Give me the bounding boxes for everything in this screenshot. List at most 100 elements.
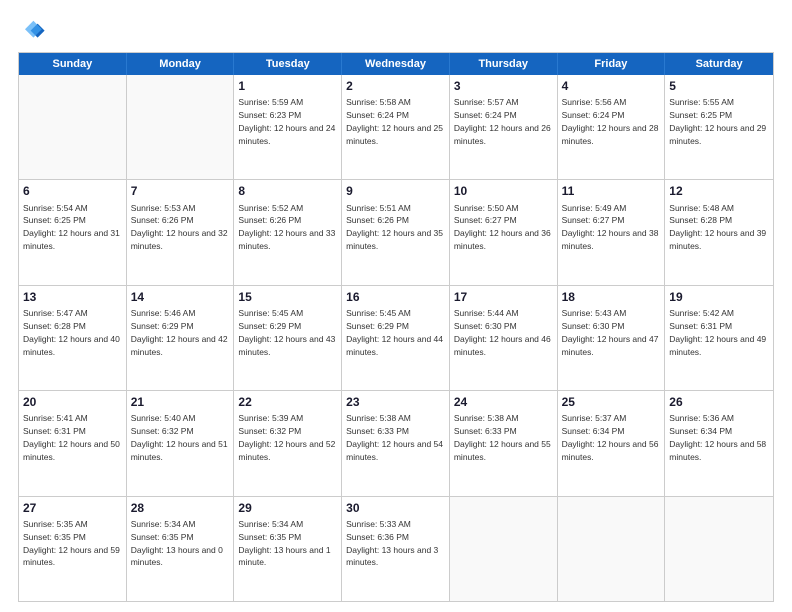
cell-text: Sunrise: 5:59 AM Sunset: 6:23 PM Dayligh… xyxy=(238,97,335,146)
logo-icon xyxy=(18,18,46,46)
day-number: 4 xyxy=(562,78,661,94)
calendar-cell: 27 Sunrise: 5:35 AM Sunset: 6:35 PM Dayli… xyxy=(19,497,127,601)
day-number: 6 xyxy=(23,183,122,199)
cell-text: Sunrise: 5:54 AM Sunset: 6:25 PM Dayligh… xyxy=(23,203,120,252)
calendar-cell: 13 Sunrise: 5:47 AM Sunset: 6:28 PM Dayli… xyxy=(19,286,127,390)
day-number: 26 xyxy=(669,394,769,410)
cell-text: Sunrise: 5:42 AM Sunset: 6:31 PM Dayligh… xyxy=(669,308,766,357)
calendar-cell: 16 Sunrise: 5:45 AM Sunset: 6:29 PM Dayli… xyxy=(342,286,450,390)
calendar-cell: 24 Sunrise: 5:38 AM Sunset: 6:33 PM Dayli… xyxy=(450,391,558,495)
calendar-header-cell: Sunday xyxy=(19,53,127,75)
day-number: 30 xyxy=(346,500,445,516)
calendar-cell: 14Sunrise: 5:46 AM Sunset: 6:29 PM Dayli… xyxy=(127,286,235,390)
cell-text: Sunrise: 5:35 AM Sunset: 6:35 PM Dayligh… xyxy=(23,519,120,568)
calendar-row: 20Sunrise: 5:41 AM Sunset: 6:31 PM Dayli… xyxy=(19,390,773,495)
calendar-cell: 12Sunrise: 5:48 AM Sunset: 6:28 PM Dayli… xyxy=(665,180,773,284)
calendar-cell: 10 Sunrise: 5:50 AM Sunset: 6:27 PM Dayli… xyxy=(450,180,558,284)
day-number: 28 xyxy=(131,500,230,516)
day-number: 1 xyxy=(238,78,337,94)
calendar-cell: 28 Sunrise: 5:34 AM Sunset: 6:35 PM Dayli… xyxy=(127,497,235,601)
cell-text: Sunrise: 5:55 AM Sunset: 6:25 PM Dayligh… xyxy=(669,97,766,146)
calendar-cell xyxy=(558,497,666,601)
cell-text: Sunrise: 5:49 AM Sunset: 6:27 PM Dayligh… xyxy=(562,203,659,252)
calendar-header-cell: Friday xyxy=(558,53,666,75)
day-number: 5 xyxy=(669,78,769,94)
calendar-cell: 11 Sunrise: 5:49 AM Sunset: 6:27 PM Dayli… xyxy=(558,180,666,284)
cell-text: Sunrise: 5:33 AM Sunset: 6:36 PM Dayligh… xyxy=(346,519,438,568)
cell-text: Sunrise: 5:57 AM Sunset: 6:24 PM Dayligh… xyxy=(454,97,551,146)
calendar-cell: 17 Sunrise: 5:44 AM Sunset: 6:30 PM Dayli… xyxy=(450,286,558,390)
cell-text: Sunrise: 5:58 AM Sunset: 6:24 PM Dayligh… xyxy=(346,97,443,146)
cell-text: Sunrise: 5:51 AM Sunset: 6:26 PM Dayligh… xyxy=(346,203,443,252)
calendar-cell: 6 Sunrise: 5:54 AM Sunset: 6:25 PM Daylig… xyxy=(19,180,127,284)
cell-text: Sunrise: 5:44 AM Sunset: 6:30 PM Dayligh… xyxy=(454,308,551,357)
calendar-cell: 21 Sunrise: 5:40 AM Sunset: 6:32 PM Dayli… xyxy=(127,391,235,495)
calendar-cell: 25Sunrise: 5:37 AM Sunset: 6:34 PM Dayli… xyxy=(558,391,666,495)
calendar-row: 27 Sunrise: 5:35 AM Sunset: 6:35 PM Dayli… xyxy=(19,496,773,601)
calendar-header-cell: Saturday xyxy=(665,53,773,75)
calendar-cell: 4Sunrise: 5:56 AM Sunset: 6:24 PM Daylig… xyxy=(558,75,666,179)
day-number: 10 xyxy=(454,183,553,199)
cell-text: Sunrise: 5:48 AM Sunset: 6:28 PM Dayligh… xyxy=(669,203,766,252)
cell-text: Sunrise: 5:45 AM Sunset: 6:29 PM Dayligh… xyxy=(238,308,335,357)
calendar-cell: 9 Sunrise: 5:51 AM Sunset: 6:26 PM Daylig… xyxy=(342,180,450,284)
day-number: 29 xyxy=(238,500,337,516)
cell-text: Sunrise: 5:38 AM Sunset: 6:33 PM Dayligh… xyxy=(454,413,551,462)
calendar-cell: 3 Sunrise: 5:57 AM Sunset: 6:24 PM Daylig… xyxy=(450,75,558,179)
day-number: 3 xyxy=(454,78,553,94)
day-number: 8 xyxy=(238,183,337,199)
calendar-row: 1 Sunrise: 5:59 AM Sunset: 6:23 PM Daylig… xyxy=(19,75,773,179)
calendar-cell: 29 Sunrise: 5:34 AM Sunset: 6:35 PM Dayli… xyxy=(234,497,342,601)
day-number: 9 xyxy=(346,183,445,199)
day-number: 24 xyxy=(454,394,553,410)
calendar-cell xyxy=(19,75,127,179)
cell-text: Sunrise: 5:40 AM Sunset: 6:32 PM Dayligh… xyxy=(131,413,228,462)
day-number: 17 xyxy=(454,289,553,305)
day-number: 11 xyxy=(562,183,661,199)
day-number: 13 xyxy=(23,289,122,305)
calendar-cell xyxy=(665,497,773,601)
logo xyxy=(18,18,50,46)
day-number: 7 xyxy=(131,183,230,199)
calendar-cell: 5 Sunrise: 5:55 AM Sunset: 6:25 PM Daylig… xyxy=(665,75,773,179)
calendar-cell: 19 Sunrise: 5:42 AM Sunset: 6:31 PM Dayli… xyxy=(665,286,773,390)
calendar-header-cell: Tuesday xyxy=(234,53,342,75)
cell-text: Sunrise: 5:43 AM Sunset: 6:30 PM Dayligh… xyxy=(562,308,659,357)
cell-text: Sunrise: 5:36 AM Sunset: 6:34 PM Dayligh… xyxy=(669,413,766,462)
day-number: 23 xyxy=(346,394,445,410)
day-number: 19 xyxy=(669,289,769,305)
calendar-cell: 18 Sunrise: 5:43 AM Sunset: 6:30 PM Dayli… xyxy=(558,286,666,390)
calendar: SundayMondayTuesdayWednesdayThursdayFrid… xyxy=(18,52,774,602)
day-number: 20 xyxy=(23,394,122,410)
cell-text: Sunrise: 5:52 AM Sunset: 6:26 PM Dayligh… xyxy=(238,203,335,252)
cell-text: Sunrise: 5:53 AM Sunset: 6:26 PM Dayligh… xyxy=(131,203,228,252)
day-number: 22 xyxy=(238,394,337,410)
calendar-cell: 20Sunrise: 5:41 AM Sunset: 6:31 PM Dayli… xyxy=(19,391,127,495)
page: SundayMondayTuesdayWednesdayThursdayFrid… xyxy=(0,0,792,612)
day-number: 27 xyxy=(23,500,122,516)
cell-text: Sunrise: 5:34 AM Sunset: 6:35 PM Dayligh… xyxy=(238,519,330,568)
day-number: 21 xyxy=(131,394,230,410)
cell-text: Sunrise: 5:34 AM Sunset: 6:35 PM Dayligh… xyxy=(131,519,223,568)
calendar-cell: 22Sunrise: 5:39 AM Sunset: 6:32 PM Dayli… xyxy=(234,391,342,495)
calendar-row: 13 Sunrise: 5:47 AM Sunset: 6:28 PM Dayli… xyxy=(19,285,773,390)
cell-text: Sunrise: 5:45 AM Sunset: 6:29 PM Dayligh… xyxy=(346,308,443,357)
calendar-header-cell: Thursday xyxy=(450,53,558,75)
calendar-header-cell: Monday xyxy=(127,53,235,75)
cell-text: Sunrise: 5:50 AM Sunset: 6:27 PM Dayligh… xyxy=(454,203,551,252)
calendar-cell: 23 Sunrise: 5:38 AM Sunset: 6:33 PM Dayli… xyxy=(342,391,450,495)
header xyxy=(18,18,774,46)
calendar-cell xyxy=(127,75,235,179)
day-number: 16 xyxy=(346,289,445,305)
cell-text: Sunrise: 5:47 AM Sunset: 6:28 PM Dayligh… xyxy=(23,308,120,357)
calendar-cell: 1 Sunrise: 5:59 AM Sunset: 6:23 PM Daylig… xyxy=(234,75,342,179)
calendar-cell xyxy=(450,497,558,601)
cell-text: Sunrise: 5:38 AM Sunset: 6:33 PM Dayligh… xyxy=(346,413,443,462)
day-number: 15 xyxy=(238,289,337,305)
calendar-header-cell: Wednesday xyxy=(342,53,450,75)
day-number: 2 xyxy=(346,78,445,94)
day-number: 25 xyxy=(562,394,661,410)
day-number: 18 xyxy=(562,289,661,305)
calendar-cell: 2 Sunrise: 5:58 AM Sunset: 6:24 PM Daylig… xyxy=(342,75,450,179)
calendar-cell: 7 Sunrise: 5:53 AM Sunset: 6:26 PM Daylig… xyxy=(127,180,235,284)
